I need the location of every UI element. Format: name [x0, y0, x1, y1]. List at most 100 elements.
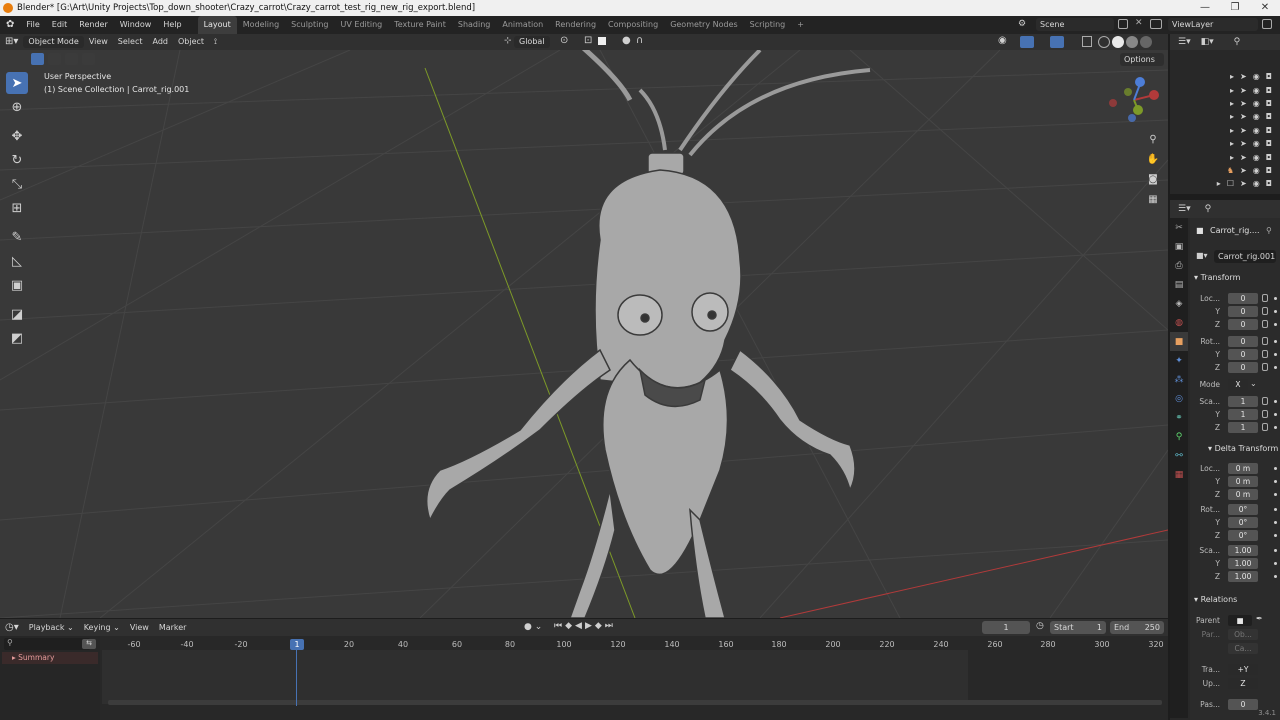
camera-icon[interactable]: ◘ [1266, 126, 1272, 135]
properties-editor-icon[interactable]: ☰▾ [1178, 204, 1191, 214]
outliner-row[interactable]: ▸ ➤ ◉ ◘ [1170, 70, 1280, 83]
select-intersect-icon[interactable] [82, 53, 95, 65]
snap-icon[interactable]: ⊡ [584, 35, 592, 46]
parent-type-dropdown[interactable]: Ob... [1228, 629, 1258, 640]
eye-icon[interactable]: ◉ [1253, 153, 1260, 162]
menu-render[interactable]: Render [73, 16, 113, 34]
select-set-icon[interactable] [31, 53, 44, 65]
camera-icon[interactable]: ◘ [1266, 179, 1272, 188]
menu-edit[interactable]: Edit [46, 16, 74, 34]
keyframe-dot-icon[interactable] [1274, 310, 1277, 313]
select-arrow-icon[interactable]: ➤ [1240, 139, 1247, 148]
pin-icon[interactable]: ⚲ [1266, 226, 1272, 235]
prev-keyframe-icon[interactable]: ◆ [565, 621, 575, 631]
lock-icon[interactable] [1262, 337, 1268, 345]
ortho-grid-icon[interactable]: ▦ [1146, 190, 1160, 210]
keyframe-dot-icon[interactable] [1274, 562, 1277, 565]
next-keyframe-icon[interactable]: ◆ [595, 621, 605, 631]
outliner-editor-icon[interactable]: ☰▾ [1178, 37, 1191, 47]
rotation-y-field[interactable]: 0 [1228, 349, 1258, 360]
tab-geometry-nodes[interactable]: Geometry Nodes [664, 16, 743, 34]
data-tab-icon[interactable]: ⚲ [1170, 427, 1188, 446]
camera-icon[interactable]: ◘ [1266, 139, 1272, 148]
scale-z-field[interactable]: 1 [1228, 422, 1258, 433]
eye-icon[interactable]: ◉ [1253, 126, 1260, 135]
outliner-search-icon[interactable]: ⚲ [1234, 37, 1241, 47]
scale-tool-icon[interactable]: ⤡ [6, 173, 28, 195]
keyframe-dot-icon[interactable] [1274, 534, 1277, 537]
lock-icon[interactable] [1262, 363, 1268, 371]
keyframe-dot-icon[interactable] [1274, 493, 1277, 496]
gizmo-x-icon[interactable] [1149, 90, 1159, 100]
select-box-tool-icon[interactable]: ➤ [6, 72, 28, 94]
lock-icon[interactable] [1262, 423, 1268, 431]
expand-icon[interactable]: ▸ [1230, 126, 1234, 135]
eye-icon[interactable]: ◉ [1253, 99, 1260, 108]
expand-icon[interactable]: ▸ [1217, 179, 1221, 188]
add-cube-tool-icon[interactable]: ▣ [6, 274, 28, 296]
camera-icon[interactable]: ◘ [1266, 112, 1272, 121]
timeline-scrollbar[interactable] [108, 700, 1162, 705]
keyframe-dot-icon[interactable] [1274, 575, 1277, 578]
select-arrow-icon[interactable]: ➤ [1240, 153, 1247, 162]
start-frame-field[interactable]: Start 1 [1050, 621, 1106, 634]
3d-viewport[interactable]: User Perspective (1) Scene Collection | … [0, 50, 1168, 618]
transform-pivot-icon[interactable]: ⟟ [209, 34, 222, 50]
expand-icon[interactable]: ▸ [1230, 112, 1234, 121]
expand-icon[interactable]: ▸ [1230, 99, 1234, 108]
menu-timeline-view[interactable]: View [125, 620, 154, 636]
play-reverse-icon[interactable]: ◀ [575, 621, 585, 631]
scene-tab-icon[interactable]: ◈ [1170, 294, 1188, 313]
eye-icon[interactable]: ◉ [1253, 166, 1260, 175]
keyframe-dot-icon[interactable] [1274, 467, 1277, 470]
eye-icon[interactable]: ◉ [1253, 112, 1260, 121]
extrude-tool-icon[interactable]: ◩ [6, 327, 28, 349]
keyframe-dot-icon[interactable] [1274, 521, 1277, 524]
lock-icon[interactable] [1262, 410, 1268, 418]
camera-icon[interactable]: ◘ [1266, 72, 1272, 81]
overlay-toggle-icon[interactable] [1050, 36, 1064, 48]
menu-select[interactable]: Select [113, 34, 148, 50]
timeline-search-input[interactable]: ⚲ [4, 638, 90, 650]
delta-scale-x-field[interactable]: 1.00 [1228, 545, 1258, 556]
select-arrow-icon[interactable]: ➤ [1240, 99, 1247, 108]
delta-rotation-z-field[interactable]: 0° [1228, 530, 1258, 541]
annotate-tool-icon[interactable]: ✎ [6, 226, 28, 248]
gizmo-z-icon[interactable] [1135, 77, 1145, 87]
tab-animation[interactable]: Animation [496, 16, 549, 34]
clock-icon[interactable]: ◷ [1036, 621, 1044, 631]
camera-icon[interactable]: ◘ [1266, 153, 1272, 162]
physics-tab-icon[interactable]: ◎ [1170, 389, 1188, 408]
location-z-field[interactable]: 0 [1228, 319, 1258, 330]
transform-section-header[interactable]: ▾ Transform [1194, 273, 1240, 282]
options-dropdown[interactable]: Options [1120, 53, 1164, 66]
gizmo-y-icon[interactable] [1133, 105, 1143, 115]
measure-tool-icon[interactable]: ◺ [6, 250, 28, 272]
keyframe-dot-icon[interactable] [1274, 323, 1277, 326]
expand-icon[interactable]: ▸ [1230, 139, 1234, 148]
sync-toggle-icon[interactable]: ⇆ [82, 639, 96, 649]
material-shading-icon[interactable] [1126, 36, 1138, 48]
eyedropper-icon[interactable]: ✒ [1256, 614, 1263, 623]
jump-start-icon[interactable]: ⏮ [554, 621, 565, 631]
new-scene-icon[interactable] [1118, 19, 1128, 29]
location-x-field[interactable]: 0 [1228, 293, 1258, 304]
transform-tool-icon[interactable]: ⊞ [6, 197, 28, 219]
tab-texture-paint[interactable]: Texture Paint [388, 16, 452, 34]
rendered-shading-icon[interactable] [1140, 36, 1152, 48]
properties-search-icon[interactable]: ⚲ [1205, 204, 1212, 214]
tab-layout[interactable]: Layout [197, 16, 237, 34]
blender-menu-icon[interactable]: ✿ [0, 16, 20, 34]
rotation-z-field[interactable]: 0 [1228, 362, 1258, 373]
current-frame-indicator[interactable]: 1 [290, 639, 304, 650]
texture-tab-icon[interactable]: ▦ [1170, 465, 1188, 484]
select-arrow-icon[interactable]: ➤ [1240, 112, 1247, 121]
scene-selector[interactable]: Scene [1036, 18, 1114, 31]
current-frame-field[interactable]: 1 [982, 621, 1030, 634]
expand-icon[interactable]: ▸ [1230, 153, 1234, 162]
menu-window[interactable]: Window [114, 16, 158, 34]
close-button[interactable]: ✕ [1250, 0, 1280, 16]
track-axis-dropdown[interactable]: +Y [1228, 664, 1258, 675]
particles-tab-icon[interactable]: ⁂ [1170, 370, 1188, 389]
visibility-icon[interactable]: ◉ [998, 35, 1007, 46]
